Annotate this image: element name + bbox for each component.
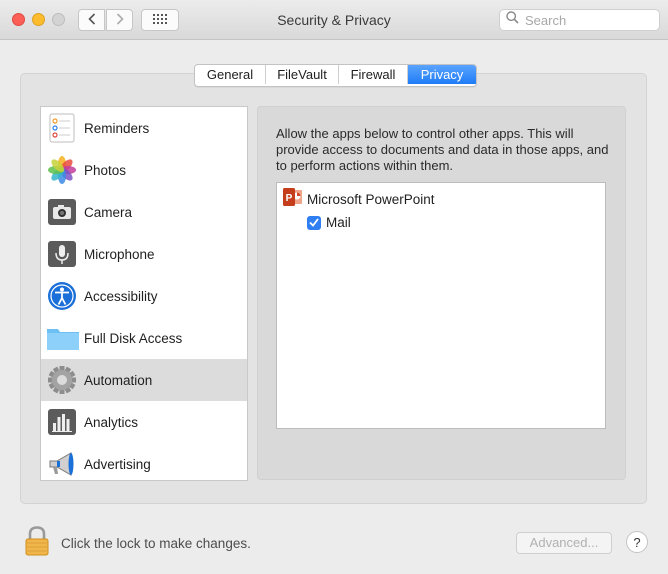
sidebar-item-microphone[interactable]: Microphone: [41, 233, 247, 275]
title-bar: Security & Privacy: [0, 0, 668, 40]
help-button[interactable]: ?: [626, 531, 648, 553]
search-icon: [506, 11, 519, 29]
automation-app-list[interactable]: P Microsoft PowerPoint Mail: [276, 182, 606, 429]
mail-checkbox[interactable]: [307, 214, 321, 232]
search-field[interactable]: [499, 9, 660, 31]
tab-firewall[interactable]: Firewall: [339, 65, 408, 84]
app-name: Microsoft PowerPoint: [307, 192, 435, 207]
sidebar-item-label: Photos: [84, 162, 127, 178]
forward-button[interactable]: [106, 9, 133, 31]
sidebar-item-label: Advertising: [84, 456, 151, 472]
list-item-target[interactable]: Mail: [307, 215, 351, 230]
minimize-window-button[interactable]: [32, 13, 45, 26]
chevron-left-icon: [87, 12, 96, 29]
list-item-app[interactable]: P Microsoft PowerPoint: [283, 187, 435, 212]
zoom-window-button[interactable]: [52, 13, 65, 26]
microphone-icon: [47, 239, 77, 269]
reminders-icon: [47, 113, 77, 143]
gear-icon: [47, 365, 77, 395]
accessibility-icon: [47, 281, 77, 311]
sidebar-item-advertising[interactable]: Advertising: [41, 443, 247, 480]
tab-filevault[interactable]: FileVault: [266, 65, 339, 84]
camera-icon: [47, 197, 77, 227]
sidebar-item-reminders[interactable]: Reminders: [41, 107, 247, 149]
svg-text:P: P: [286, 193, 293, 204]
analytics-icon: [47, 407, 77, 437]
sidebar-item-label: Accessibility: [84, 288, 158, 304]
sidebar-item-label: Full Disk Access: [84, 330, 183, 346]
sidebar-item-camera[interactable]: Camera: [41, 191, 247, 233]
sidebar-item-label: Reminders: [84, 120, 150, 136]
sidebar-item-analytics[interactable]: Analytics: [41, 401, 247, 443]
search-input[interactable]: [523, 11, 647, 29]
sidebar-item-label: Camera: [84, 204, 133, 220]
lock-hint-text: Click the lock to make changes.: [61, 536, 251, 551]
sidebar-item-accessibility[interactable]: Accessibility: [41, 275, 247, 317]
chevron-right-icon: [116, 12, 124, 29]
sidebar-item-label: Analytics: [84, 414, 139, 430]
megaphone-icon: [47, 449, 77, 479]
sidebar-item-automation[interactable]: Automation: [41, 359, 247, 401]
show-all-button[interactable]: [141, 9, 179, 31]
sidebar-item-photos[interactable]: Photos: [41, 149, 247, 191]
sidebar-item-label: Automation: [84, 372, 153, 388]
lock-icon[interactable]: [25, 526, 49, 556]
back-button[interactable]: [78, 9, 105, 31]
grid-icon: [153, 11, 167, 29]
tab-privacy[interactable]: Privacy: [408, 65, 476, 84]
privacy-category-list: Reminders Photos Camera Microphone Acces…: [40, 106, 248, 481]
tab-bar: General FileVault Firewall Privacy: [194, 64, 477, 87]
folder-icon: [47, 323, 79, 353]
photos-icon: [47, 155, 77, 185]
automation-description: Allow the apps below to control other ap…: [276, 126, 609, 173]
sidebar-item-label: Microphone: [84, 246, 155, 262]
security-privacy-window: Security & Privacy General FileVault Fir…: [0, 0, 668, 574]
powerpoint-icon: P: [283, 187, 303, 212]
checkmark-icon: [309, 214, 319, 232]
tab-general[interactable]: General: [195, 65, 266, 84]
advanced-button[interactable]: Advanced...: [516, 532, 612, 554]
close-window-button[interactable]: [12, 13, 25, 26]
target-app-name: Mail: [326, 215, 351, 230]
sidebar-item-full-disk-access[interactable]: Full Disk Access: [41, 317, 247, 359]
